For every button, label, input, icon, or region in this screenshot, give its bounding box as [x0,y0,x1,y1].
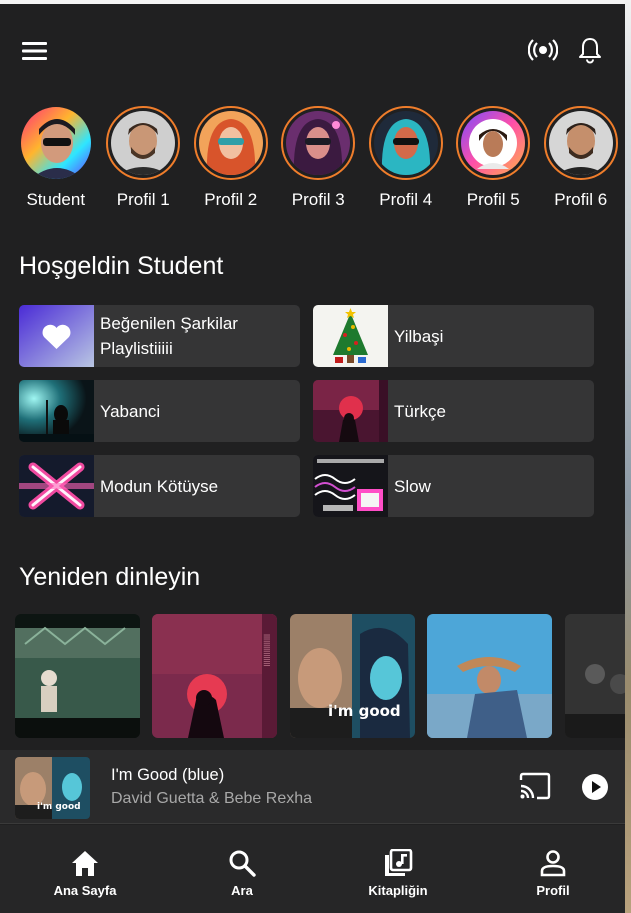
profile-3[interactable]: Profil 3 [275,106,363,216]
profile-selector: Student Profil 1 Profil 2 Profil 3 Profi… [12,106,625,216]
nav-home[interactable]: Ana Sayfa [25,849,145,898]
app-screen: Student Profil 1 Profil 2 Profil 3 Profi… [0,0,625,913]
playlist-cover [19,380,94,442]
nav-library[interactable]: Kitapliğin [338,849,458,898]
recent-card[interactable]: i'm good [290,614,415,738]
avatar [20,107,91,179]
profile-label: Profil 6 [554,190,608,209]
profile-2[interactable]: Profil 2 [187,106,275,216]
notifications-button[interactable] [574,34,606,66]
tile-slow[interactable]: Slow [313,455,594,517]
library-icon [385,849,413,876]
profile-label: Profil 4 [379,190,433,209]
avatar-ring [281,106,356,180]
tile-label: Yilbaşi [394,326,444,346]
search-icon [229,850,256,877]
playlist-cover [19,455,94,517]
avatar-ring [193,106,268,180]
profile-label: Profil 3 [291,190,345,209]
recent-card[interactable] [565,614,625,738]
tile-yilbasi[interactable]: Yilbaşi [313,305,594,367]
profile-4[interactable]: Profil 4 [362,106,450,216]
recent-card[interactable] [427,614,552,738]
svg-text:i'm good: i'm good [328,702,401,720]
avatar-ring [19,106,93,180]
recents-carousel: |||||||||||||||| i'm good [15,614,625,738]
play-icon [592,781,601,793]
playlist-cover [313,380,388,442]
broadcast-button[interactable] [526,34,560,66]
tile-liked-songs[interactable]: Beğenilen Şarkilar Playlistiiiii [19,305,300,367]
nav-search[interactable]: Ara [182,849,302,898]
profile-6[interactable]: Profil 6 [537,106,625,216]
svg-text:||||||||||||||||: |||||||||||||||| [263,634,270,666]
avatar-ring [456,106,531,180]
now-playing-cover: i'm good [15,757,90,819]
hamburger-menu-icon [22,42,47,60]
recents-title: Yeniden dinleyin [19,563,201,591]
profile-label: Profil 5 [466,190,520,209]
profile-5[interactable]: Profil 5 [450,106,538,216]
playlist-cover [313,305,388,367]
nav-label: Ana Sayfa [53,883,117,898]
mini-player[interactable]: i'm good I'm Good (blue) David Guetta & … [0,750,625,824]
avatar [111,111,176,175]
tile-turkce[interactable]: Türkçe [313,380,594,442]
window-edge [625,0,631,913]
avatar-ring [543,106,618,180]
tile-label: Modun Kötüyse [100,476,219,496]
cast-button[interactable] [518,772,552,802]
recent-card[interactable] [15,614,140,738]
playlist-cover [313,455,388,517]
profile-student[interactable]: Student [12,106,100,216]
profile-label: Student [26,190,86,209]
profile-icon [540,850,566,877]
nav-label: Kitapliğin [368,883,428,898]
cast-icon [519,772,551,800]
tile-label: Beğenilen Şarkilar Playlistiiiii [100,314,238,358]
tile-label: Türkçe [394,401,446,421]
notification-bell-icon [579,38,601,64]
bottom-navigation: Ana Sayfa Ara Kitapliğin Profil [0,825,625,913]
nav-profile[interactable]: Profil [493,849,613,898]
tile-label: Yabanci [100,401,161,421]
greeting-title: Hoşgeldin Student [19,252,224,280]
broadcast-icon [528,39,558,61]
avatar [461,111,526,175]
home-icon [72,851,98,876]
recent-card[interactable]: |||||||||||||||| [152,614,277,738]
avatar-ring [368,106,443,180]
now-playing-title: I'm Good (blue) [111,766,225,784]
avatar [548,111,613,175]
menu-button[interactable] [20,36,50,66]
nav-label: Ara [231,883,253,898]
top-border [0,0,625,4]
avatar [198,111,263,175]
avatar-ring [106,106,181,180]
tile-label: Slow [394,476,431,496]
tile-yabanci[interactable]: Yabanci [19,380,300,442]
profile-label: Profil 1 [116,190,170,209]
profile-label: Profil 2 [204,190,258,209]
play-button[interactable] [582,774,608,800]
svg-text:i'm good: i'm good [37,802,81,812]
nav-label: Profil [536,883,570,898]
avatar [373,111,438,175]
now-playing-artist: David Guetta & Bebe Rexha [111,790,313,807]
tile-modun-kotuyse[interactable]: Modun Kötüyse [19,455,300,517]
avatar [286,111,351,175]
profile-1[interactable]: Profil 1 [100,106,188,216]
liked-songs-cover [19,305,94,367]
